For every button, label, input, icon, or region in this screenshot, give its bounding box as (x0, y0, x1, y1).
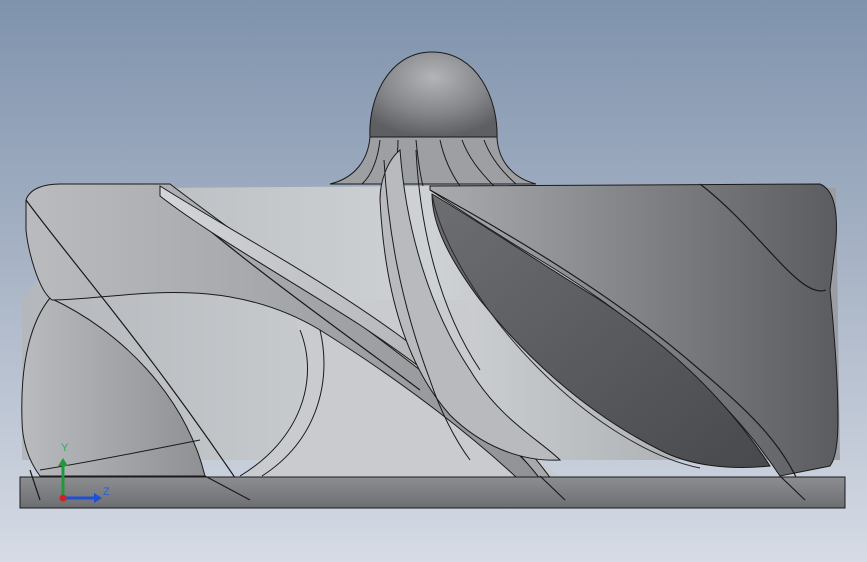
triad-z-label: Z (103, 486, 110, 498)
base-plate[interactable] (19, 476, 846, 509)
nose-cone[interactable] (369, 51, 498, 138)
triad-x-origin (59, 494, 67, 502)
impeller-model[interactable] (0, 0, 867, 562)
hub-neck[interactable] (329, 136, 537, 191)
triad-y-label: Y (61, 442, 69, 454)
graphics-viewport[interactable]: Y Z (0, 0, 867, 562)
